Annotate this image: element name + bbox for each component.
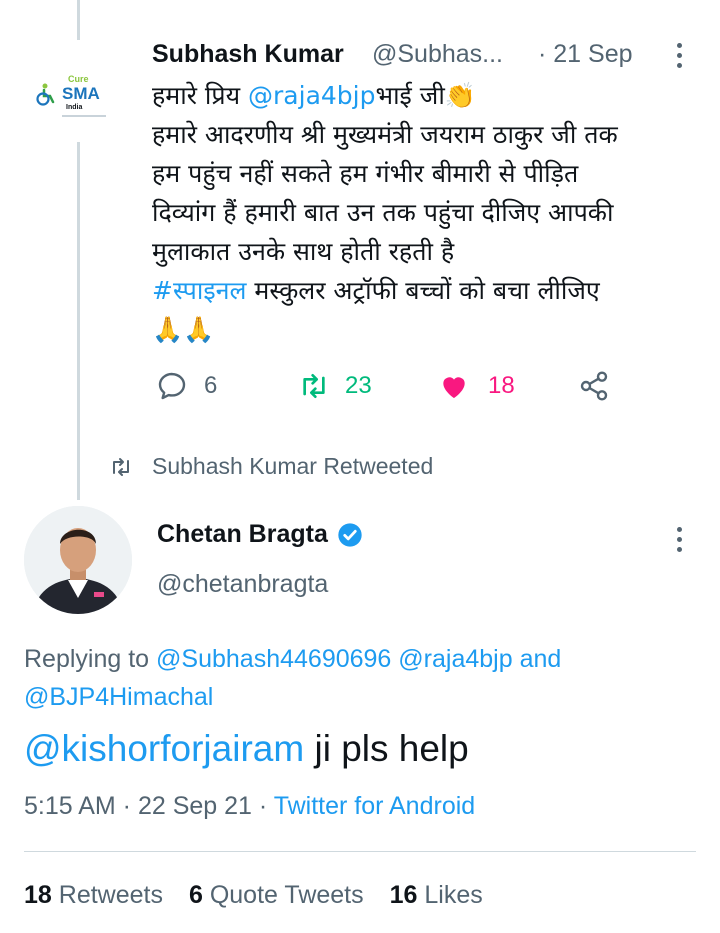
prev-text-line-2: हमारे आदरणीय श्री मुख्यमंत्री जयराम ठाकु… xyxy=(152,120,618,149)
logo-cure-text: Cure xyxy=(68,74,89,84)
retweet-button[interactable]: 23 xyxy=(297,370,372,402)
prev-text-line-1: हमारे प्रिय @raja4bjpभाई जी👏 xyxy=(152,81,476,110)
quote-tweets-stat[interactable]: 6 Quote Tweets xyxy=(189,881,364,910)
avatar[interactable] xyxy=(24,506,132,614)
mention-link[interactable]: @raja4bjp xyxy=(248,81,375,110)
divider xyxy=(24,851,696,852)
replying-bjp-link[interactable]: @BJP4Himachal xyxy=(24,683,213,711)
source-link[interactable]: Twitter for Android xyxy=(274,792,475,820)
tweet-stats: 18 Retweets 6 Quote Tweets 16 Likes xyxy=(24,881,483,910)
prev-text-line-4: दिव्यांग हैं हमारी बात उन तक पहुंचा दीजि… xyxy=(152,198,614,227)
share-icon xyxy=(580,371,608,401)
thread-line-top xyxy=(77,0,80,40)
main-author-handle[interactable]: @chetanbragta xyxy=(157,570,328,599)
logo-tagline-line xyxy=(62,115,106,117)
clap-emoji: 👏 xyxy=(444,81,476,110)
retweets-stat[interactable]: 18 Retweets xyxy=(24,881,163,910)
reply-count: 6 xyxy=(204,372,218,399)
main-tweet-body: @kishorforjairam ji pls help xyxy=(24,728,469,769)
prev-tweet-more-icon[interactable] xyxy=(677,43,682,68)
like-button[interactable]: 18 xyxy=(438,370,515,402)
wheelchair-icon xyxy=(34,82,58,106)
like-count: 18 xyxy=(488,372,515,399)
share-button[interactable] xyxy=(578,370,610,407)
prev-text-line-5: मुलाकात उनके साथ होती रहती है xyxy=(152,237,455,266)
logo-india-text: India xyxy=(66,104,83,111)
pray-emoji: 🙏🙏 xyxy=(152,315,215,344)
prev-author-name[interactable]: Subhash Kumar xyxy=(152,40,344,69)
avatar-cure-sma-logo[interactable]: Cure SMA India xyxy=(22,62,118,128)
prev-text-line-3: हम पहुंच नहीं सकते हम गंभीर बीमारी से पी… xyxy=(152,159,579,188)
reply-button[interactable]: 6 xyxy=(156,370,217,402)
replying-mentions-link[interactable]: @Subhash44690696 @raja4bjp xyxy=(156,645,513,673)
prev-tweet-text: हमारे प्रिय @raja4bjpभाई जी👏 हमारे आदरणी… xyxy=(152,76,712,349)
retweet-icon xyxy=(303,374,325,398)
main-author[interactable]: Chetan Bragta xyxy=(157,520,364,549)
prev-text-line-6: #स्पाइनल मस्कुलर अट्रॉफी बच्चों को बचा ल… xyxy=(152,276,600,305)
verified-badge-icon xyxy=(338,522,362,547)
likes-stat[interactable]: 16 Likes xyxy=(390,881,483,910)
tweet-timestamp: 5:15 AM · 22 Sep 21 · Twitter for Androi… xyxy=(24,792,476,820)
retweeted-label: Subhash Kumar Retweeted xyxy=(152,453,434,479)
replying-to: Replying to @Subhash44690696 @raja4bjp a… xyxy=(24,645,562,711)
hashtag-link[interactable]: #स्पाइनल xyxy=(152,276,246,305)
heart-icon xyxy=(443,377,465,398)
thread-line-middle xyxy=(77,142,80,500)
main-author-name: Chetan Bragta xyxy=(157,520,328,548)
retweet-small-icon xyxy=(113,457,129,476)
reply-icon xyxy=(158,372,186,400)
retweet-count: 23 xyxy=(345,372,372,399)
prev-tweet-date[interactable]: · 21 Sep xyxy=(538,40,633,69)
prev-author-handle[interactable]: @Subhas... xyxy=(372,40,503,69)
main-tweet-more-icon[interactable] xyxy=(677,527,682,552)
logo-sma-text: SMA xyxy=(62,84,100,103)
retweeted-indicator[interactable]: Subhash Kumar Retweeted xyxy=(108,453,433,480)
body-mention-link[interactable]: @kishorforjairam xyxy=(24,728,304,769)
